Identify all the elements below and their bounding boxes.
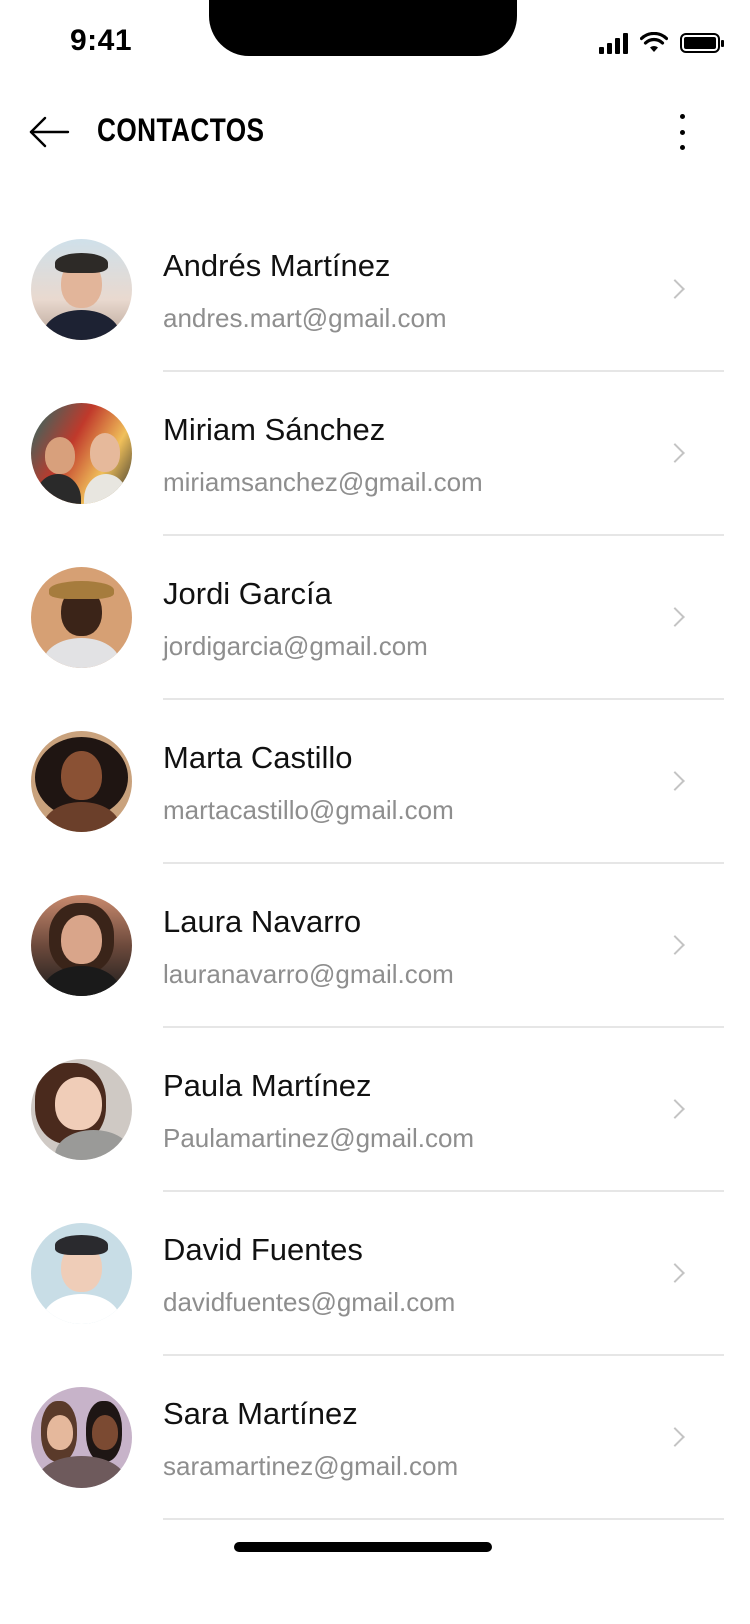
chevron-right-icon: [665, 935, 685, 955]
arrow-left-icon: [29, 116, 70, 148]
more-vertical-icon: [679, 114, 685, 119]
battery-icon: [680, 33, 724, 53]
contact-row[interactable]: Andrés Martínez andres.mart@gmail.com: [0, 208, 750, 372]
app-header: CONTACTOS: [0, 100, 750, 164]
chevron-right-icon: [665, 1263, 685, 1283]
avatar: [31, 895, 132, 996]
status-bar: 9:41: [0, 0, 750, 88]
chevron-right-icon: [665, 607, 685, 627]
contact-name: Sara Martínez: [163, 1396, 358, 1431]
back-button[interactable]: [28, 110, 76, 154]
contact-row[interactable]: David Fuentes davidfuentes@gmail.com: [0, 1192, 750, 1356]
status-time: 9:41: [70, 24, 133, 57]
contact-name: Marta Castillo: [163, 740, 353, 775]
contact-row[interactable]: Marta Castillo martacastillo@gmail.com: [0, 700, 750, 864]
contact-email: lauranavarro@gmail.com: [163, 959, 454, 989]
contact-email: miriamsanchez@gmail.com: [163, 467, 483, 497]
contact-name: David Fuentes: [163, 1232, 363, 1267]
avatar: [31, 567, 132, 668]
chevron-right-icon: [665, 443, 685, 463]
chevron-right-icon: [665, 1427, 685, 1447]
wifi-icon: [640, 32, 668, 52]
avatar: [31, 239, 132, 340]
more-options-button[interactable]: [672, 110, 692, 154]
cellular-signal-icon: [599, 32, 628, 54]
contact-list: Andrés Martínez andres.mart@gmail.com Mi…: [0, 208, 750, 1520]
home-indicator[interactable]: [234, 1542, 492, 1552]
avatar: [31, 1059, 132, 1160]
contact-email: davidfuentes@gmail.com: [163, 1287, 456, 1317]
contact-email: andres.mart@gmail.com: [163, 303, 447, 333]
contact-name: Paula Martínez: [163, 1068, 372, 1103]
contact-name: Miriam Sánchez: [163, 412, 386, 447]
divider: [163, 1518, 724, 1520]
avatar: [31, 403, 132, 504]
contact-name: Andrés Martínez: [163, 248, 391, 283]
contact-email: Paulamartinez@gmail.com: [163, 1123, 475, 1153]
contact-row[interactable]: Sara Martínez saramartinez@gmail.com: [0, 1356, 750, 1520]
contact-name: Laura Navarro: [163, 904, 362, 939]
page-title: CONTACTOS: [97, 112, 265, 148]
contact-row[interactable]: Miriam Sánchez miriamsanchez@gmail.com: [0, 372, 750, 536]
contact-email: jordigarcia@gmail.com: [163, 631, 428, 661]
chevron-right-icon: [665, 279, 685, 299]
chevron-right-icon: [665, 1099, 685, 1119]
status-icons: [599, 32, 724, 54]
contact-email: saramartinez@gmail.com: [163, 1451, 459, 1481]
avatar: [31, 1223, 132, 1324]
contact-email: martacastillo@gmail.com: [163, 795, 454, 825]
avatar: [31, 1387, 132, 1488]
contact-row[interactable]: Jordi García jordigarcia@gmail.com: [0, 536, 750, 700]
chevron-right-icon: [665, 771, 685, 791]
camera-notch: [209, 0, 517, 56]
contact-name: Jordi García: [163, 576, 332, 611]
contact-row[interactable]: Laura Navarro lauranavarro@gmail.com: [0, 864, 750, 1028]
contact-row[interactable]: Paula Martínez Paulamartinez@gmail.com: [0, 1028, 750, 1192]
avatar: [31, 731, 132, 832]
